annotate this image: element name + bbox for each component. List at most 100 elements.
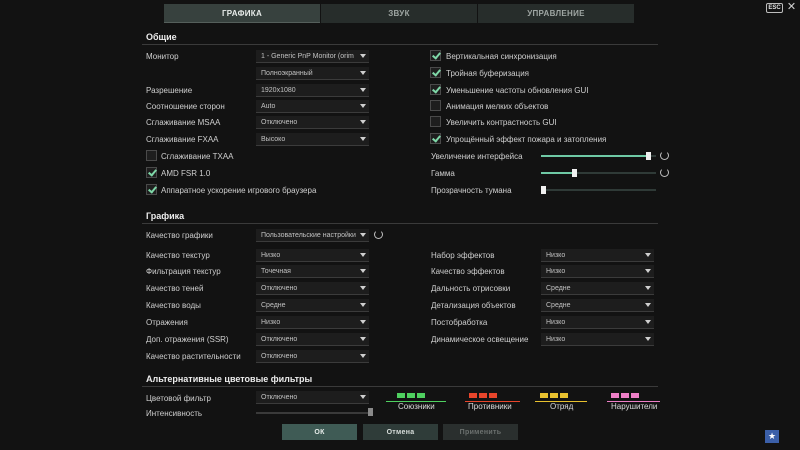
effects-quality-dropdown[interactable]: Низко: [541, 265, 654, 278]
tab-sound[interactable]: ЗВУК: [321, 4, 477, 23]
effects-quality-label: Качество эффектов: [431, 267, 505, 276]
section-title-general: Общие: [146, 32, 177, 42]
texture-filter-dropdown[interactable]: Точечная: [256, 265, 369, 278]
water-quality-dropdown[interactable]: Средне: [256, 299, 369, 312]
texture-filter-value: Точечная: [261, 267, 291, 275]
display-mode-value: Полноэкранный: [261, 69, 313, 77]
gui-contrast-checkbox[interactable]: [430, 116, 441, 127]
chevron-down-icon: [360, 88, 366, 92]
aspect-value: Auto: [261, 102, 276, 110]
dynamic-lighting-dropdown[interactable]: Низко: [541, 333, 654, 346]
gui-rate-checkbox[interactable]: [430, 84, 441, 95]
ui-scale-label: Увеличение интерфейса: [431, 152, 523, 161]
object-detail-dropdown[interactable]: Средне: [541, 299, 654, 312]
reflections-dropdown[interactable]: Низко: [256, 316, 369, 329]
monitor-label: Монитор: [146, 52, 179, 61]
color-filter-value: Отключено: [261, 393, 298, 401]
color-filter-label: Цветовой фильтр: [146, 394, 211, 403]
gamma-slider-thumb[interactable]: [572, 169, 577, 177]
shadow-quality-dropdown[interactable]: Отключено: [256, 282, 369, 295]
fog-slider-track[interactable]: [541, 189, 656, 191]
vsync-label: Вертикальная синхронизация: [446, 52, 557, 61]
ssr-dropdown[interactable]: Отключено: [256, 333, 369, 346]
tab-graphics[interactable]: ГРАФИКА: [164, 4, 320, 23]
vsync-checkbox[interactable]: [430, 50, 441, 61]
vegetation-quality-value: Отключено: [261, 352, 298, 360]
effects-set-dropdown[interactable]: Низко: [541, 249, 654, 262]
reset-icon[interactable]: [374, 230, 383, 239]
display-mode-dropdown[interactable]: Полноэкранный: [256, 67, 369, 80]
small-anim-label: Анимация мелких объектов: [446, 102, 549, 111]
dynamic-lighting-label: Динамическое освещение: [431, 335, 529, 344]
ok-button[interactable]: ОК: [282, 424, 357, 440]
aspect-dropdown[interactable]: Auto: [256, 100, 369, 113]
gui-contrast-label: Увеличить контрастность GUI: [446, 118, 557, 127]
msaa-dropdown[interactable]: Отключено: [256, 116, 369, 129]
section-divider: [142, 386, 658, 387]
chevron-down-icon: [645, 337, 651, 341]
fog-slider-thumb[interactable]: [541, 186, 546, 194]
reflections-label: Отражения: [146, 318, 188, 327]
vegetation-quality-dropdown[interactable]: Отключено: [256, 350, 369, 363]
texture-quality-value: Низко: [261, 251, 281, 259]
chevron-down-icon: [360, 303, 366, 307]
division-ship-icons: [540, 393, 568, 399]
chevron-down-icon: [645, 253, 651, 257]
fsr-checkbox[interactable]: [146, 167, 157, 178]
chevron-down-icon: [645, 320, 651, 324]
esc-badge[interactable]: ESC: [766, 3, 783, 13]
draw-distance-dropdown[interactable]: Средне: [541, 282, 654, 295]
texture-quality-dropdown[interactable]: Низко: [256, 249, 369, 262]
resolution-dropdown[interactable]: 1920x1080: [256, 84, 369, 97]
shadow-quality-label: Качество теней: [146, 284, 204, 293]
allies-ship-icons: [397, 393, 425, 399]
graphics-quality-label: Качество графики: [146, 231, 213, 240]
ssr-label: Доп. отражения (SSR): [146, 335, 229, 344]
browser-accel-checkbox[interactable]: [146, 184, 157, 195]
division-label: Отряд: [550, 402, 574, 411]
postprocessing-value: Низко: [546, 318, 566, 326]
small-anim-checkbox[interactable]: [430, 100, 441, 111]
aspect-label: Соотношение сторон: [146, 102, 225, 111]
chevron-down-icon: [360, 253, 366, 257]
postprocessing-dropdown[interactable]: Низко: [541, 316, 654, 329]
fire-effect-checkbox[interactable]: [430, 133, 441, 144]
monitor-dropdown[interactable]: 1 - Generic PnP Monitor (orim: [256, 50, 369, 63]
chevron-down-icon: [360, 233, 366, 237]
chevron-down-icon: [360, 320, 366, 324]
ui-scale-slider-thumb[interactable]: [646, 152, 651, 160]
water-quality-label: Качество воды: [146, 301, 201, 310]
graphics-quality-dropdown[interactable]: Пользовательские настройки: [256, 229, 369, 242]
color-filter-dropdown[interactable]: Отключено: [256, 391, 369, 404]
tab-controls[interactable]: УПРАВЛЕНИЕ: [478, 4, 634, 23]
section-title-graphics: Графика: [146, 211, 185, 221]
shadow-quality-value: Отключено: [261, 284, 298, 292]
draw-distance-value: Средне: [546, 284, 571, 292]
chevron-down-icon: [360, 71, 366, 75]
enemies-ship-icons: [469, 393, 497, 399]
vegetation-quality-label: Качество растительности: [146, 352, 241, 361]
reset-icon[interactable]: [660, 168, 669, 177]
texture-filter-label: Фильтрация текстур: [146, 267, 221, 276]
chevron-down-icon: [360, 395, 366, 399]
section-divider: [142, 223, 658, 224]
apply-button[interactable]: Применить: [443, 424, 518, 440]
cancel-button[interactable]: Отмена: [363, 424, 438, 440]
star-icon[interactable]: ★: [765, 430, 779, 443]
section-divider: [142, 44, 658, 45]
ui-scale-slider-fill: [541, 155, 650, 157]
chevron-down-icon: [360, 120, 366, 124]
fxaa-dropdown[interactable]: Высоко: [256, 133, 369, 146]
fxaa-value: Высоко: [261, 135, 286, 143]
section-title-color-filters: Альтернативные цветовые фильтры: [146, 374, 313, 384]
chevron-down-icon: [645, 269, 651, 273]
reset-icon[interactable]: [660, 151, 669, 160]
triple-buffer-checkbox[interactable]: [430, 67, 441, 78]
intensity-slider-thumb[interactable]: [368, 408, 373, 416]
effects-set-value: Низко: [546, 251, 566, 259]
chevron-down-icon: [360, 337, 366, 341]
close-icon[interactable]: ✕: [786, 1, 797, 13]
texture-quality-label: Качество текстур: [146, 251, 210, 260]
txaa-checkbox[interactable]: [146, 150, 157, 161]
postprocessing-label: Постобработка: [431, 318, 488, 327]
